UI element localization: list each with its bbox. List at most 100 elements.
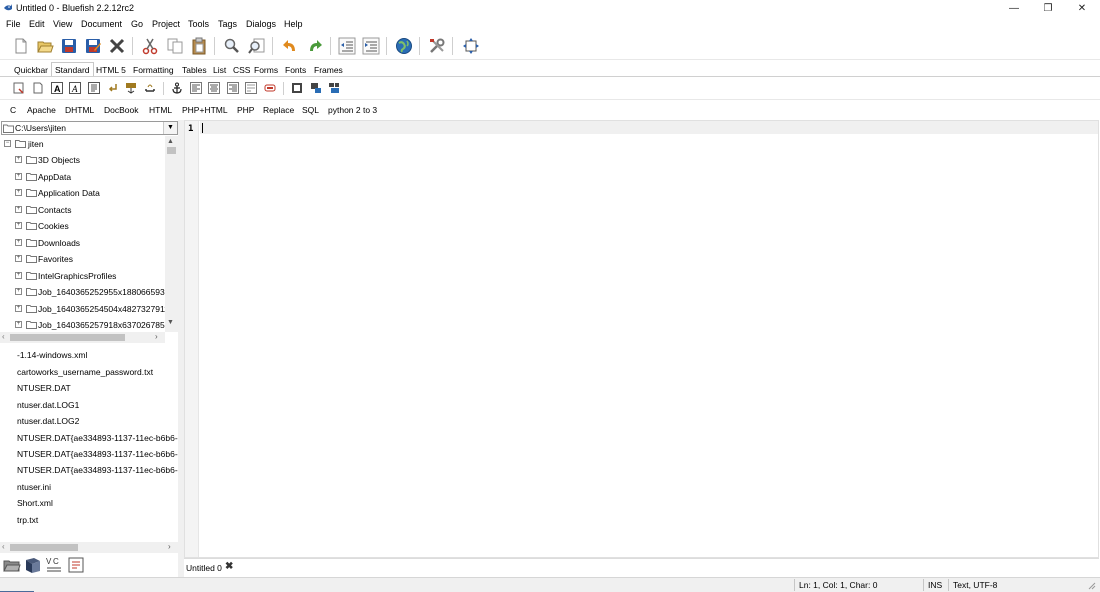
new-file-icon[interactable] — [12, 37, 30, 55]
expand-icon[interactable]: + — [15, 321, 22, 328]
preferences-icon[interactable] — [428, 37, 446, 55]
tree-item[interactable]: + Favorites — [0, 251, 180, 267]
file-item[interactable]: ntuser.dat.LOG2 — [17, 416, 178, 426]
custom-menu-c[interactable]: C — [10, 105, 16, 115]
align-right-icon[interactable] — [227, 82, 239, 94]
expand-icon[interactable]: + — [15, 288, 22, 295]
tab-tables[interactable]: Tables — [178, 62, 211, 77]
tab-standard[interactable]: Standard — [51, 62, 94, 77]
menu-help[interactable]: Help — [284, 19, 303, 29]
thumbnail-icon[interactable] — [310, 82, 322, 94]
charmap-tab-icon[interactable]: VC — [45, 556, 63, 574]
maximize-button[interactable]: ❐ — [1032, 0, 1064, 17]
editor-area[interactable]: 1 — [184, 120, 1099, 558]
preview-browser-icon[interactable] — [395, 37, 413, 55]
expand-icon[interactable]: + — [15, 189, 22, 196]
tree-item[interactable]: + Job_1640365257918x637026785344 — [0, 317, 180, 332]
file-item[interactable]: trp.txt — [17, 515, 178, 525]
file-item[interactable]: ntuser.ini — [17, 482, 178, 492]
tab-list[interactable]: List — [209, 62, 230, 77]
menu-view[interactable]: View — [53, 19, 72, 29]
file-item[interactable]: NTUSER.DAT{ae334893-1137-11ec-b6b6-d2 — [17, 433, 178, 443]
custom-menu-php-html[interactable]: PHP+HTML — [182, 105, 228, 115]
filelist-horizontal-scrollbar[interactable]: ‹ › — [0, 542, 178, 553]
custom-menu-html[interactable]: HTML — [149, 105, 172, 115]
expand-icon[interactable]: + — [15, 239, 22, 246]
minimize-button[interactable]: — — [998, 0, 1030, 17]
unindent-icon[interactable] — [338, 37, 356, 55]
expand-icon[interactable]: + — [15, 305, 22, 312]
menu-project[interactable]: Project — [152, 19, 180, 29]
save-as-icon[interactable] — [84, 37, 102, 55]
expand-icon[interactable]: + — [15, 272, 22, 279]
menu-go[interactable]: Go — [131, 19, 143, 29]
custom-menu-replace[interactable]: Replace — [263, 105, 294, 115]
menu-tags[interactable]: Tags — [218, 19, 237, 29]
custom-menu-apache[interactable]: Apache — [27, 105, 56, 115]
tree-item[interactable]: + Cookies — [0, 218, 180, 234]
copy-icon[interactable] — [166, 37, 184, 55]
save-icon[interactable] — [60, 37, 78, 55]
expand-icon[interactable]: + — [15, 206, 22, 213]
close-icon[interactable] — [108, 37, 126, 55]
tree-horizontal-scrollbar[interactable]: ‹ › — [0, 332, 165, 343]
tab-frames[interactable]: Frames — [310, 62, 347, 77]
tab-forms[interactable]: Forms — [250, 62, 282, 77]
comment-icon[interactable] — [245, 82, 257, 94]
tree-root[interactable]: − jiten — [0, 136, 180, 152]
menu-dialogs[interactable]: Dialogs — [246, 19, 276, 29]
menu-file[interactable]: File — [6, 19, 21, 29]
scrollbar-thumb[interactable] — [10, 334, 125, 341]
close-icon[interactable]: ✖ — [225, 561, 233, 572]
tree-item[interactable]: + Job_1640365252955x188066593341 — [0, 284, 180, 300]
custom-menu-docbook[interactable]: DocBook — [104, 105, 139, 115]
tab-formatting[interactable]: Formatting — [129, 62, 178, 77]
paragraph-icon[interactable] — [88, 82, 100, 94]
tab-fonts[interactable]: Fonts — [281, 62, 310, 77]
document-tab[interactable]: Untitled 0 ✖ — [184, 560, 244, 576]
scroll-up-icon[interactable]: ▲ — [167, 138, 174, 145]
resize-grip-icon[interactable] — [1086, 580, 1096, 590]
close-window-button[interactable]: ✕ — [1066, 0, 1098, 17]
path-combo[interactable]: C:\Users\jiten ▼ — [1, 121, 178, 135]
expand-icon[interactable]: + — [15, 222, 22, 229]
tree-item[interactable]: + Job_1640365254504x482732791174 — [0, 301, 180, 317]
undo-icon[interactable] — [281, 37, 299, 55]
align-left-icon[interactable] — [190, 82, 202, 94]
multi-thumbnail-icon[interactable] — [328, 82, 340, 94]
custom-menu-python[interactable]: python 2 to 3 — [328, 105, 377, 115]
expand-icon[interactable]: + — [15, 156, 22, 163]
tree-item[interactable]: + Application Data — [0, 185, 180, 201]
break-icon[interactable] — [107, 82, 119, 94]
align-center-icon[interactable] — [208, 82, 220, 94]
custom-menu-sql[interactable]: SQL — [302, 105, 319, 115]
tab-html5[interactable]: HTML 5 — [92, 62, 130, 77]
scrollbar-thumb[interactable] — [10, 544, 78, 551]
italic-icon[interactable]: A — [69, 82, 81, 94]
file-item[interactable]: NTUSER.DAT{ae334893-1137-11ec-b6b6-d2 — [17, 449, 178, 459]
file-item[interactable]: NTUSER.DAT{ae334893-1137-11ec-b6b6-d2 — [17, 465, 178, 475]
scroll-right-icon[interactable]: › — [168, 542, 171, 551]
file-item[interactable]: Short.xml — [17, 498, 178, 508]
file-item[interactable]: NTUSER.DAT — [17, 383, 178, 393]
snippets-tab-icon[interactable] — [67, 556, 85, 574]
anchor-icon[interactable] — [171, 82, 183, 94]
nbsp-icon[interactable] — [144, 82, 156, 94]
cut-icon[interactable] — [141, 37, 159, 55]
email-icon[interactable] — [264, 82, 276, 94]
break-clear-icon[interactable] — [125, 82, 137, 94]
encoding[interactable]: Text, UTF-8 — [953, 580, 997, 590]
scrollbar-thumb[interactable] — [167, 147, 176, 154]
expand-icon[interactable]: + — [15, 255, 22, 262]
menu-tools[interactable]: Tools — [188, 19, 209, 29]
redo-icon[interactable] — [306, 37, 324, 55]
scroll-left-icon[interactable]: ‹ — [2, 332, 5, 341]
file-item[interactable]: cartoworks_username_password.txt — [17, 367, 178, 377]
file-item[interactable]: -1.14-windows.xml — [17, 350, 178, 360]
chevron-down-icon[interactable]: ▼ — [163, 122, 177, 134]
custom-menu-dhtml[interactable]: DHTML — [65, 105, 94, 115]
fullscreen-icon[interactable] — [462, 37, 480, 55]
scroll-left-icon[interactable]: ‹ — [2, 542, 5, 551]
file-item[interactable]: ntuser.dat.LOG1 — [17, 400, 178, 410]
custom-menu-php[interactable]: PHP — [237, 105, 254, 115]
